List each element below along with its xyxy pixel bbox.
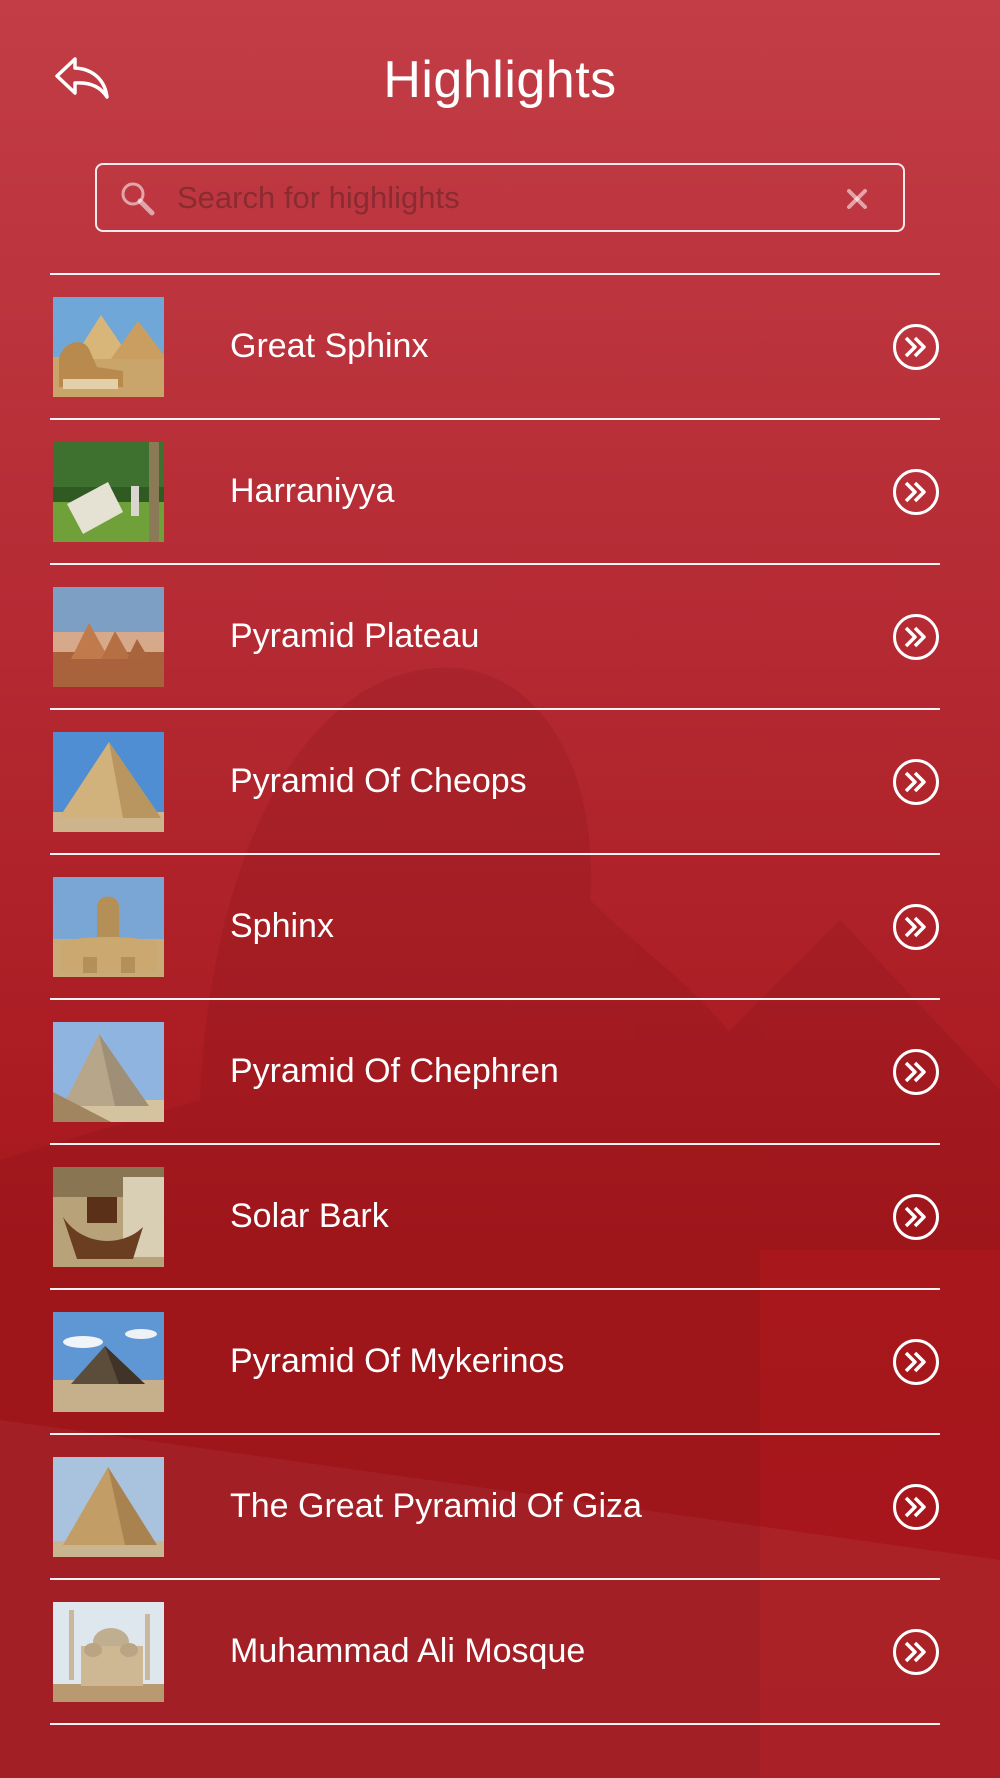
sphinx-pyramids-thumbnail [53, 297, 164, 397]
item-label: Muhammad Ali Mosque [230, 1632, 586, 1670]
pyramids-sunset-thumbnail [53, 587, 164, 687]
list-item-pyramid-of-mykerinos[interactable]: Pyramid Of Mykerinos [50, 1290, 940, 1433]
item-label: Pyramid Of Chephren [230, 1052, 559, 1090]
list-item-pyramid-of-chephren[interactable]: Pyramid Of Chephren [50, 1000, 940, 1143]
item-label: Pyramid Of Cheops [230, 762, 527, 800]
double-chevron-right-circle-icon[interactable] [892, 1338, 940, 1386]
double-chevron-right-circle-icon[interactable] [892, 1483, 940, 1531]
item-label: Harraniyya [230, 472, 395, 510]
search-bar [95, 163, 905, 232]
item-label: Solar Bark [230, 1197, 389, 1235]
double-chevron-right-circle-icon[interactable] [892, 903, 940, 951]
item-label: Pyramid Plateau [230, 617, 480, 655]
search-input[interactable] [177, 173, 817, 223]
list-item-pyramid-of-cheops[interactable]: Pyramid Of Cheops [50, 710, 940, 853]
double-chevron-right-circle-icon[interactable] [892, 1048, 940, 1096]
clear-search-button[interactable] [839, 181, 875, 217]
solar-boat-museum-thumbnail [53, 1167, 164, 1267]
pyramid-steps-thumbnail [53, 1022, 164, 1122]
double-chevron-right-circle-icon[interactable] [892, 468, 940, 516]
sphinx-front-thumbnail [53, 877, 164, 977]
garden-sculpture-thumbnail [53, 442, 164, 542]
search-icon [121, 182, 155, 216]
great-pyramid-thumbnail [53, 1457, 164, 1557]
highlights-list: Great Sphinx Harraniyya Pyramid Plateau … [50, 273, 940, 1725]
mosque-thumbnail [53, 1602, 164, 1702]
list-item-pyramid-plateau[interactable]: Pyramid Plateau [50, 565, 940, 708]
double-chevron-right-circle-icon[interactable] [892, 613, 940, 661]
list-item-the-great-pyramid-of-giza[interactable]: The Great Pyramid Of Giza [50, 1435, 940, 1578]
list-item-sphinx[interactable]: Sphinx [50, 855, 940, 998]
divider [50, 1723, 940, 1725]
page-title: Highlights [383, 51, 617, 109]
item-label: The Great Pyramid Of Giza [230, 1487, 642, 1525]
header: Highlights [0, 0, 1000, 160]
list-item-muhammad-ali-mosque[interactable]: Muhammad Ali Mosque [50, 1580, 940, 1723]
double-chevron-right-circle-icon[interactable] [892, 758, 940, 806]
pyramid-clouds-thumbnail [53, 1312, 164, 1412]
double-chevron-right-circle-icon[interactable] [892, 1628, 940, 1676]
close-icon [847, 189, 867, 209]
item-label: Pyramid Of Mykerinos [230, 1342, 565, 1380]
list-item-great-sphinx[interactable]: Great Sphinx [50, 275, 940, 418]
double-chevron-right-circle-icon[interactable] [892, 1193, 940, 1241]
double-chevron-right-circle-icon[interactable] [892, 323, 940, 371]
pyramid-blue-sky-thumbnail [53, 732, 164, 832]
item-label: Sphinx [230, 907, 334, 945]
list-item-harraniyya[interactable]: Harraniyya [50, 420, 940, 563]
item-label: Great Sphinx [230, 327, 429, 365]
list-item-solar-bark[interactable]: Solar Bark [50, 1145, 940, 1288]
